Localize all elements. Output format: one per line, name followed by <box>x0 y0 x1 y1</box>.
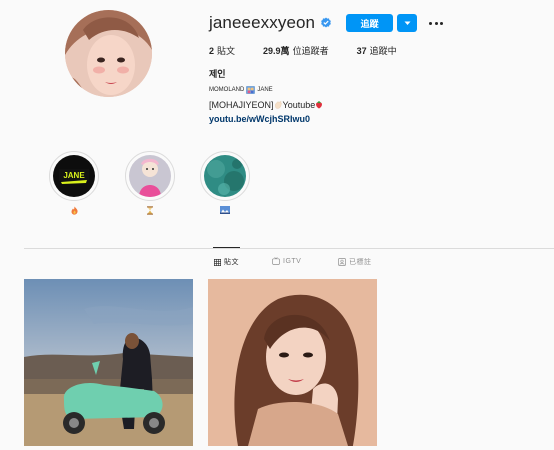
tab-igtv[interactable]: IGTV <box>272 257 301 265</box>
story-highlight-1[interactable]: JANE <box>49 151 99 216</box>
post-thumbnail-1[interactable] <box>24 279 193 446</box>
landscape-icon <box>220 206 230 214</box>
bio-line-2: [MOHAJIYEON] Youtube <box>209 100 539 110</box>
profile-header: janeeexxyeon 追蹤 2 貼文 29.9萬 位追蹤者 37 追蹤中 제인 M… <box>209 12 539 124</box>
tab-posts[interactable]: 貼文 <box>214 257 239 267</box>
active-tab-indicator <box>213 247 240 248</box>
bio-line-1: MOMOLAND JANE <box>209 86 273 94</box>
tagged-icon <box>338 258 346 266</box>
profile-fullname: 제인 <box>209 69 226 79</box>
profile-stats: 2 貼文 29.9萬 位追蹤者 37 追蹤中 <box>209 44 539 56</box>
highlight-1-cover-text: JANE <box>63 171 85 180</box>
profile-username: janeeexxyeon <box>209 13 316 32</box>
family-emoji-icon <box>246 86 256 94</box>
post-2-image <box>208 279 377 446</box>
fire-icon <box>71 206 78 215</box>
more-options-icon[interactable] <box>429 14 444 32</box>
profile-tabs: 貼文 IGTV 已標註 <box>0 257 554 269</box>
waving-hand-icon <box>274 100 282 109</box>
stat-following[interactable]: 37 追蹤中 <box>357 44 397 57</box>
strawberry-icon <box>316 101 323 109</box>
follow-button[interactable]: 追蹤 <box>346 14 394 32</box>
post-1-image <box>24 279 193 446</box>
post-thumbnail-2[interactable] <box>208 279 377 446</box>
chevron-down-icon <box>404 21 411 25</box>
highlight-3-cover <box>204 155 246 197</box>
highlight-2-cover <box>129 155 171 197</box>
verified-badge-icon <box>321 17 332 28</box>
story-highlight-3[interactable] <box>200 151 250 216</box>
igtv-icon <box>272 257 280 265</box>
profile-avatar[interactable] <box>65 10 152 97</box>
stat-followers[interactable]: 29.9萬 位追蹤者 <box>263 44 329 57</box>
story-highlight-2[interactable] <box>125 151 175 216</box>
highlight-1-cover: JANE <box>53 155 95 197</box>
grid-icon <box>214 258 221 266</box>
suggested-accounts-button[interactable] <box>397 14 418 32</box>
tab-tagged[interactable]: 已標註 <box>338 257 372 267</box>
bio-link[interactable]: youtu.be/wWcjhSRIwu0 <box>209 114 539 124</box>
stat-posts: 2 貼文 <box>209 45 236 56</box>
hourglass-icon <box>147 206 153 215</box>
tabs-divider <box>24 248 554 249</box>
avatar-image <box>65 10 152 97</box>
